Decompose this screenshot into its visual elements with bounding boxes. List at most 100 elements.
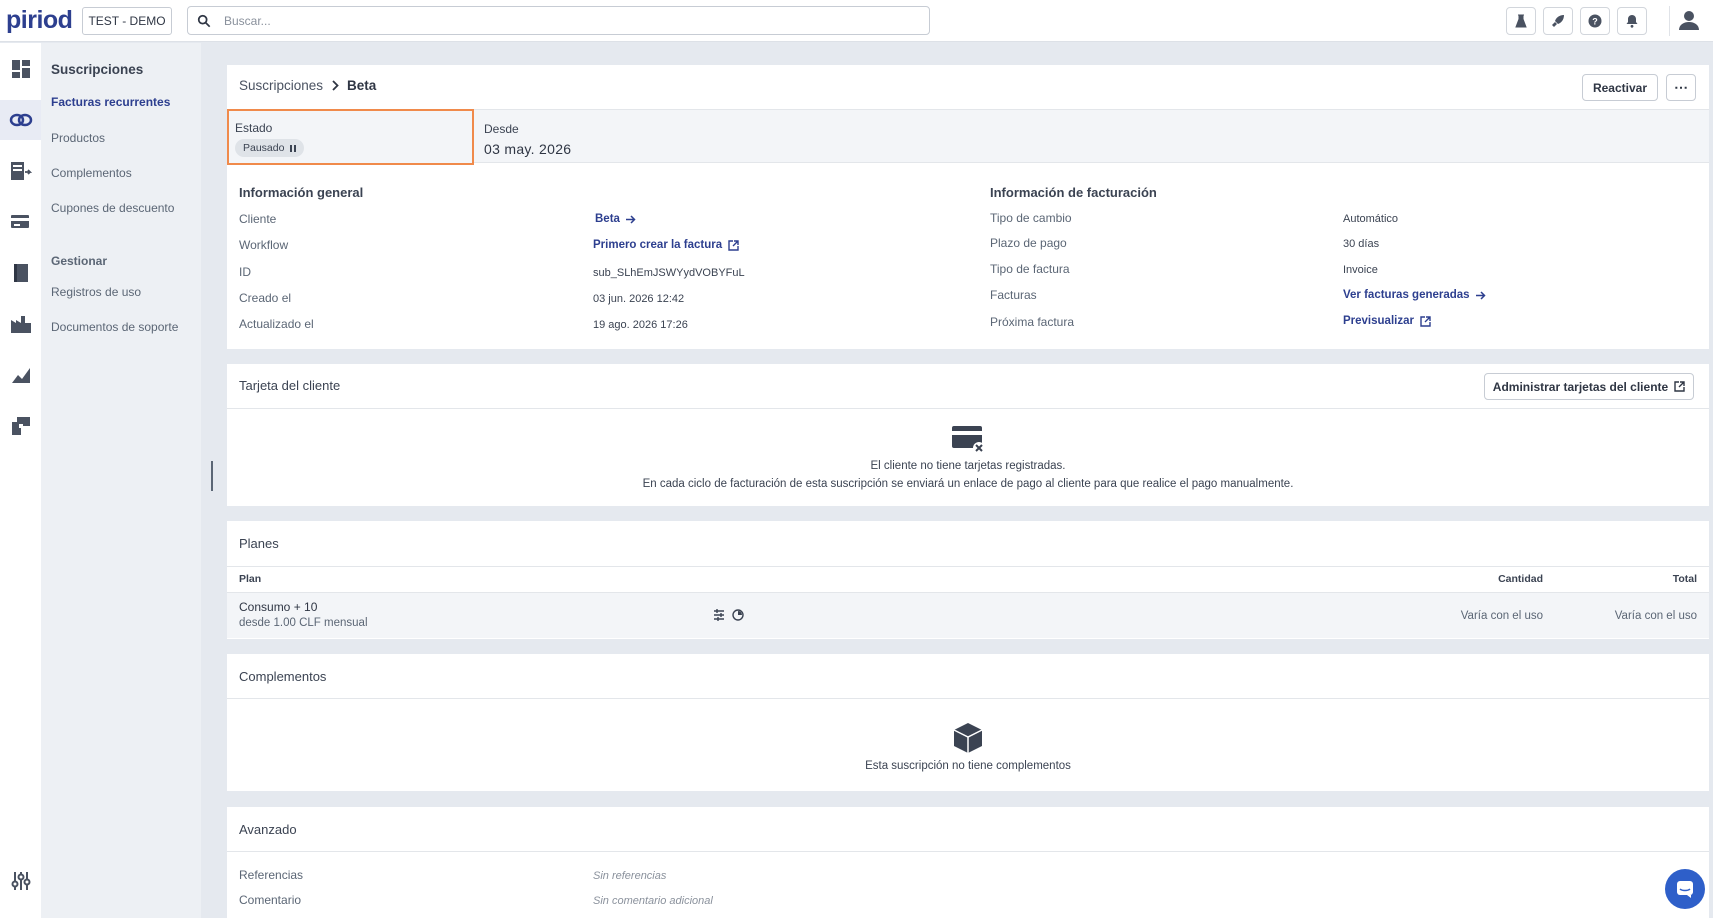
table-row[interactable]: Consumo + 10 desde 1.00 CLF mensual Varí… — [227, 592, 1709, 638]
payments-icon — [10, 215, 29, 228]
external-link-icon — [728, 239, 739, 251]
workflow-link-text: Primero crear la factura — [593, 239, 723, 251]
metered-usage-icon — [732, 609, 744, 621]
rail-apps[interactable] — [0, 406, 41, 446]
addons-title: Complementos — [239, 669, 327, 684]
pause-icon — [290, 144, 297, 152]
plans-title: Planes — [239, 536, 279, 551]
plan-quantity: Varía con el uso — [1460, 610, 1543, 622]
rail-subscriptions[interactable] — [0, 100, 41, 140]
updated-label: Actualizado el — [239, 317, 314, 331]
environment-selector[interactable]: TEST - DEMO — [82, 7, 172, 35]
billing-info-title: Información de facturación — [990, 185, 1157, 200]
advanced-section: Avanzado Referencias Sin referencias Com… — [227, 807, 1709, 918]
bell-icon — [1626, 15, 1638, 28]
notifications-button[interactable] — [1617, 7, 1647, 35]
app-logo[interactable]: piriod — [6, 6, 73, 35]
help-button[interactable]: ? — [1580, 7, 1610, 35]
exchange-rate-label: Tipo de cambio — [990, 211, 1072, 225]
arrow-right-icon — [625, 214, 636, 224]
card-missing-icon — [952, 426, 985, 454]
reactivate-button[interactable]: Reactivar — [1582, 74, 1658, 101]
updated-value: 19 ago. 2026 17:26 — [593, 319, 688, 331]
flask-icon — [1515, 14, 1527, 28]
divider — [227, 698, 1709, 699]
support-chat-button[interactable] — [1665, 869, 1705, 909]
user-avatar-icon — [1679, 11, 1699, 30]
payment-term-label: Plazo de pago — [990, 236, 1067, 250]
id-value: sub_SLhEmJSWYydVOBYFuL — [593, 267, 745, 279]
subnav-item-facturas-recurrentes[interactable]: Facturas recurrentes — [51, 95, 170, 109]
flask-button[interactable] — [1506, 7, 1536, 35]
rocket-icon — [1552, 15, 1564, 27]
more-actions-button[interactable]: ⋯ — [1666, 74, 1696, 101]
plan-total: Varía con el uso — [1614, 610, 1697, 622]
rail-reports[interactable] — [0, 355, 41, 395]
references-label: Referencias — [239, 868, 304, 882]
exchange-rate-value: Automático — [1343, 213, 1399, 225]
rail-catalog[interactable] — [0, 253, 41, 293]
integrations-icon — [10, 316, 31, 333]
rail-dashboard[interactable] — [0, 49, 41, 89]
rail-integrations[interactable] — [0, 304, 41, 344]
search-input[interactable] — [224, 12, 914, 30]
subnav-item-documentos-soporte[interactable]: Documentos de soporte — [51, 320, 178, 334]
search-icon — [197, 14, 211, 28]
breadcrumb: Suscripciones Beta — [239, 78, 376, 93]
subnav-item-cupones[interactable]: Cupones de descuento — [51, 201, 174, 215]
top-bar: piriod TEST - DEMO ? — [0, 0, 1713, 42]
sidebar-collapse-handle[interactable] — [211, 461, 213, 491]
catalog-icon — [13, 264, 28, 282]
invoice-type-label: Tipo de factura — [990, 262, 1070, 276]
chevron-right-icon — [332, 80, 339, 91]
manual-payment-message: En cada ciclo de facturación de esta sus… — [642, 478, 1294, 490]
status-bar: Estado Pausado Desde 03 may. 2026 — [227, 109, 1709, 165]
references-value: Sin referencias — [593, 870, 667, 882]
advanced-title: Avanzado — [239, 822, 297, 837]
rail-invoices[interactable] — [0, 151, 41, 191]
next-invoice-label: Próxima factura — [990, 315, 1075, 329]
status-badge: Pausado — [235, 139, 305, 157]
rail-payments[interactable] — [0, 202, 41, 242]
subscription-detail-card: Suscripciones Beta Reactivar ⋯ Estado Pa… — [227, 65, 1709, 349]
subnav-section-gestionar: Gestionar — [51, 254, 108, 268]
subnav-item-productos[interactable]: Productos — [51, 131, 105, 145]
dashboard-icon — [11, 60, 30, 78]
status-badge-text: Pausado — [243, 142, 285, 154]
breadcrumb-current: Beta — [347, 78, 377, 93]
breadcrumb-parent[interactable]: Suscripciones — [239, 78, 323, 93]
invoices-label: Facturas — [990, 288, 1037, 302]
client-link[interactable]: Beta — [595, 213, 636, 225]
settings-icon — [11, 872, 30, 890]
workflow-link[interactable]: Primero crear la factura — [593, 239, 739, 251]
created-label: Creado el — [239, 291, 292, 305]
id-label: ID — [239, 265, 251, 279]
created-value: 03 jun. 2026 12:42 — [593, 293, 685, 305]
subscriptions-icon — [9, 113, 32, 127]
divider — [227, 851, 1709, 852]
apps-icon — [11, 417, 30, 435]
icon-rail — [0, 43, 41, 918]
topbar-divider — [1669, 6, 1670, 36]
preview-invoice-link-text: Previsualizar — [1343, 315, 1414, 327]
user-avatar[interactable] — [1675, 6, 1703, 34]
manage-cards-button[interactable]: Administrar tarjetas del cliente — [1484, 373, 1694, 400]
column-quantity: Cantidad — [1498, 573, 1543, 585]
comment-value: Sin comentario adicional — [593, 895, 713, 907]
workflow-label: Workflow — [239, 238, 289, 252]
search-bar[interactable] — [187, 6, 930, 35]
no-cards-message: El cliente no tiene tarjetas registradas… — [870, 460, 1066, 472]
tiers-icon — [714, 609, 724, 621]
rocket-button[interactable] — [1543, 7, 1573, 35]
invoices-icon — [10, 162, 32, 180]
preview-invoice-link[interactable]: Previsualizar — [1343, 315, 1431, 327]
arrow-right-icon — [1475, 290, 1486, 300]
client-label: Cliente — [239, 212, 277, 226]
subnav-item-complementos[interactable]: Complementos — [51, 166, 132, 180]
chat-icon — [1677, 881, 1693, 898]
rail-settings[interactable] — [0, 861, 41, 901]
view-invoices-link[interactable]: Ver facturas generadas — [1343, 289, 1486, 301]
customer-card-title: Tarjeta del cliente — [239, 378, 341, 393]
subnav-item-registros-uso[interactable]: Registros de uso — [51, 285, 141, 299]
plans-section: Planes Plan Cantidad Total Consumo + 10 … — [227, 521, 1709, 639]
